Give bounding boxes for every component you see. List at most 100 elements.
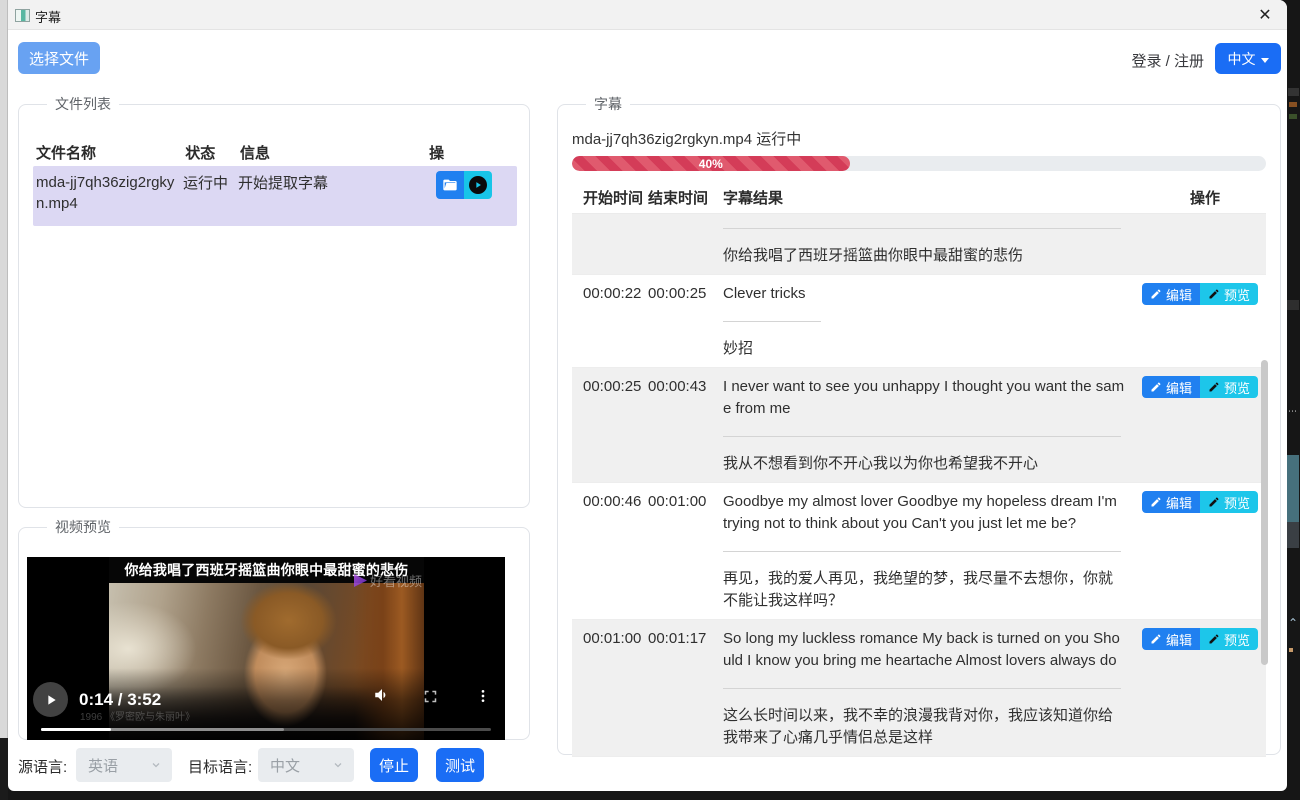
source-language-label: 源语言: — [18, 756, 67, 777]
subtitle-english: Goodbye my almost lover Goodbye my hopel… — [723, 491, 1125, 535]
end-time: 00:00:25 — [648, 275, 723, 367]
background-fragment — [1289, 114, 1297, 119]
preview-button[interactable]: 预览 — [1200, 376, 1258, 398]
preview-button[interactable]: 预览 — [1200, 283, 1258, 305]
pencil-icon — [1208, 381, 1220, 393]
preview-button-label: 预览 — [1224, 285, 1250, 304]
edit-button[interactable]: 编辑 — [1142, 283, 1200, 305]
language-dropdown-label: 中文 — [1228, 51, 1256, 67]
volume-button[interactable] — [373, 686, 391, 709]
video-preview-panel: 视频预览 你给我唱了西班牙摇篮曲你眼中最甜蜜的悲伤 好看视频 0:14 / 3:… — [18, 517, 530, 740]
background-fragment — [1289, 102, 1297, 107]
source-language-select[interactable]: 英语 — [76, 748, 172, 782]
subtitle-row[interactable]: 00:00:46 00:01:00 Goodbye my almost love… — [572, 483, 1266, 620]
background-fragment — [1288, 88, 1299, 96]
play-icon — [43, 692, 59, 708]
edit-button-label: 编辑 — [1166, 630, 1192, 649]
column-end-time: 结束时间 — [648, 187, 723, 208]
subtitle-row[interactable]: 00:00:25 00:00:43 I never want to see yo… — [572, 368, 1266, 483]
row-actions: 编辑 预览 — [1142, 483, 1266, 619]
subtitle-divider — [723, 228, 1121, 229]
file-list-legend: 文件列表 — [47, 94, 119, 114]
edit-button-label: 编辑 — [1166, 493, 1192, 512]
subtitle-row[interactable]: 00:00:22 00:00:25 Clever tricks 妙招 编辑 预览 — [572, 275, 1266, 368]
subtitle-chinese: 妙招 — [723, 338, 1125, 360]
subtitle-file-status: mda-jj7qh36zig2rgkyn.mp4 运行中 — [572, 128, 1266, 149]
pencil-icon — [1208, 496, 1220, 508]
kebab-menu-icon — [475, 688, 491, 704]
subtitle-text-cell: Goodbye my almost lover Goodbye my hopel… — [723, 483, 1125, 619]
subtitle-divider — [723, 436, 1121, 437]
column-start-time: 开始时间 — [572, 187, 648, 208]
progress-fill: 40% — [572, 156, 850, 171]
start-time: 00:00:46 — [572, 483, 648, 619]
video-play-button[interactable] — [33, 682, 68, 717]
app-icon — [15, 9, 30, 22]
volume-icon — [373, 686, 391, 704]
stop-button[interactable]: 停止 — [370, 748, 418, 782]
subtitle-divider — [723, 688, 1121, 689]
file-row[interactable]: mda-jj7qh36zig2rgkyn.mp4 运行中 开始提取字幕 — [33, 166, 517, 226]
start-time — [572, 214, 648, 274]
preview-button-label: 预览 — [1224, 630, 1250, 649]
background-fragment — [1287, 455, 1299, 522]
subtitle-row[interactable]: 你给我唱了西班牙摇篮曲你眼中最甜蜜的悲伤 编辑 预览 — [572, 214, 1266, 275]
subtitle-divider — [723, 321, 821, 322]
folder-icon — [442, 177, 458, 193]
chevron-down-icon — [1261, 58, 1269, 63]
login-register-link[interactable]: 登录 / 注册 — [1131, 50, 1204, 71]
play-file-button[interactable] — [464, 171, 492, 199]
subtitle-divider — [723, 551, 1121, 552]
subtitle-english: Clever tricks — [723, 283, 1125, 305]
subtitle-text-cell: So long my luckless romance My back is t… — [723, 620, 1125, 756]
end-time: 00:01:17 — [648, 620, 723, 756]
edit-button[interactable]: 编辑 — [1142, 491, 1200, 513]
subtitle-english: I never want to see you unhappy I though… — [723, 376, 1125, 420]
overflow-menu-button[interactable] — [475, 688, 491, 709]
pencil-icon — [1208, 288, 1220, 300]
select-file-button[interactable]: 选择文件 — [18, 42, 100, 74]
subtitle-chinese: 我从不想看到你不开心我以为你也希望我不开心 — [723, 453, 1125, 475]
start-time: 00:00:22 — [572, 275, 648, 367]
fullscreen-icon — [423, 689, 438, 704]
subtitle-row[interactable]: 00:01:00 00:01:17 So long my luckless ro… — [572, 620, 1266, 757]
pencil-icon — [1150, 381, 1162, 393]
edit-button-label: 编辑 — [1166, 378, 1192, 397]
end-time: 00:01:00 — [648, 483, 723, 619]
end-time — [648, 214, 723, 274]
file-actions — [436, 166, 517, 226]
language-dropdown-button[interactable]: 中文 — [1215, 43, 1281, 74]
chevron-down-icon — [150, 759, 162, 771]
start-time: 00:00:25 — [572, 368, 648, 482]
scrollbar-thumb[interactable] — [1261, 360, 1268, 665]
file-status: 运行中 — [183, 166, 238, 226]
background-fragment — [1289, 648, 1293, 652]
video-progress-track[interactable] — [41, 728, 491, 731]
open-folder-button[interactable] — [436, 171, 464, 199]
close-icon[interactable]: ✕ — [1254, 4, 1276, 26]
subtitle-text-cell: I never want to see you unhappy I though… — [723, 368, 1125, 482]
subtitles-inner: mda-jj7qh36zig2rgkyn.mp4 运行中 40% 开始时间 结束… — [572, 114, 1266, 757]
fullscreen-button[interactable] — [423, 689, 438, 709]
start-time: 00:01:00 — [572, 620, 648, 756]
target-language-select[interactable]: 中文 — [258, 748, 354, 782]
background-fragment — [1287, 300, 1299, 310]
app-window: 字幕 ✕ 选择文件 登录 / 注册 中文 文件列表 文件名称 状态 信息 操作 … — [8, 0, 1287, 791]
background-fragment: ⌃ — [1288, 616, 1298, 630]
play-icon — [469, 176, 487, 194]
background-window-edge — [0, 0, 8, 738]
row-actions: 编辑 预览 — [1142, 368, 1266, 482]
pencil-icon — [1208, 633, 1220, 645]
preview-button[interactable]: 预览 — [1200, 628, 1258, 650]
target-language-label: 目标语言: — [188, 756, 252, 777]
row-actions: 编辑 预览 — [1142, 275, 1266, 367]
edit-button[interactable]: 编辑 — [1142, 376, 1200, 398]
row-actions: 编辑 预览 — [1142, 620, 1266, 756]
subtitle-table-header: 开始时间 结束时间 字幕结果 操作 — [572, 181, 1266, 214]
chevron-down-icon — [332, 759, 344, 771]
test-button[interactable]: 测试 — [436, 748, 484, 782]
preview-button[interactable]: 预览 — [1200, 491, 1258, 513]
video-player[interactable]: 你给我唱了西班牙摇篮曲你眼中最甜蜜的悲伤 好看视频 0:14 / 3:52 19… — [27, 557, 505, 740]
subtitle-chinese: 这么长时间以来，我不幸的浪漫我背对你，我应该知道你给我带来了心痛几乎情侣总是这样 — [723, 705, 1125, 749]
edit-button[interactable]: 编辑 — [1142, 628, 1200, 650]
